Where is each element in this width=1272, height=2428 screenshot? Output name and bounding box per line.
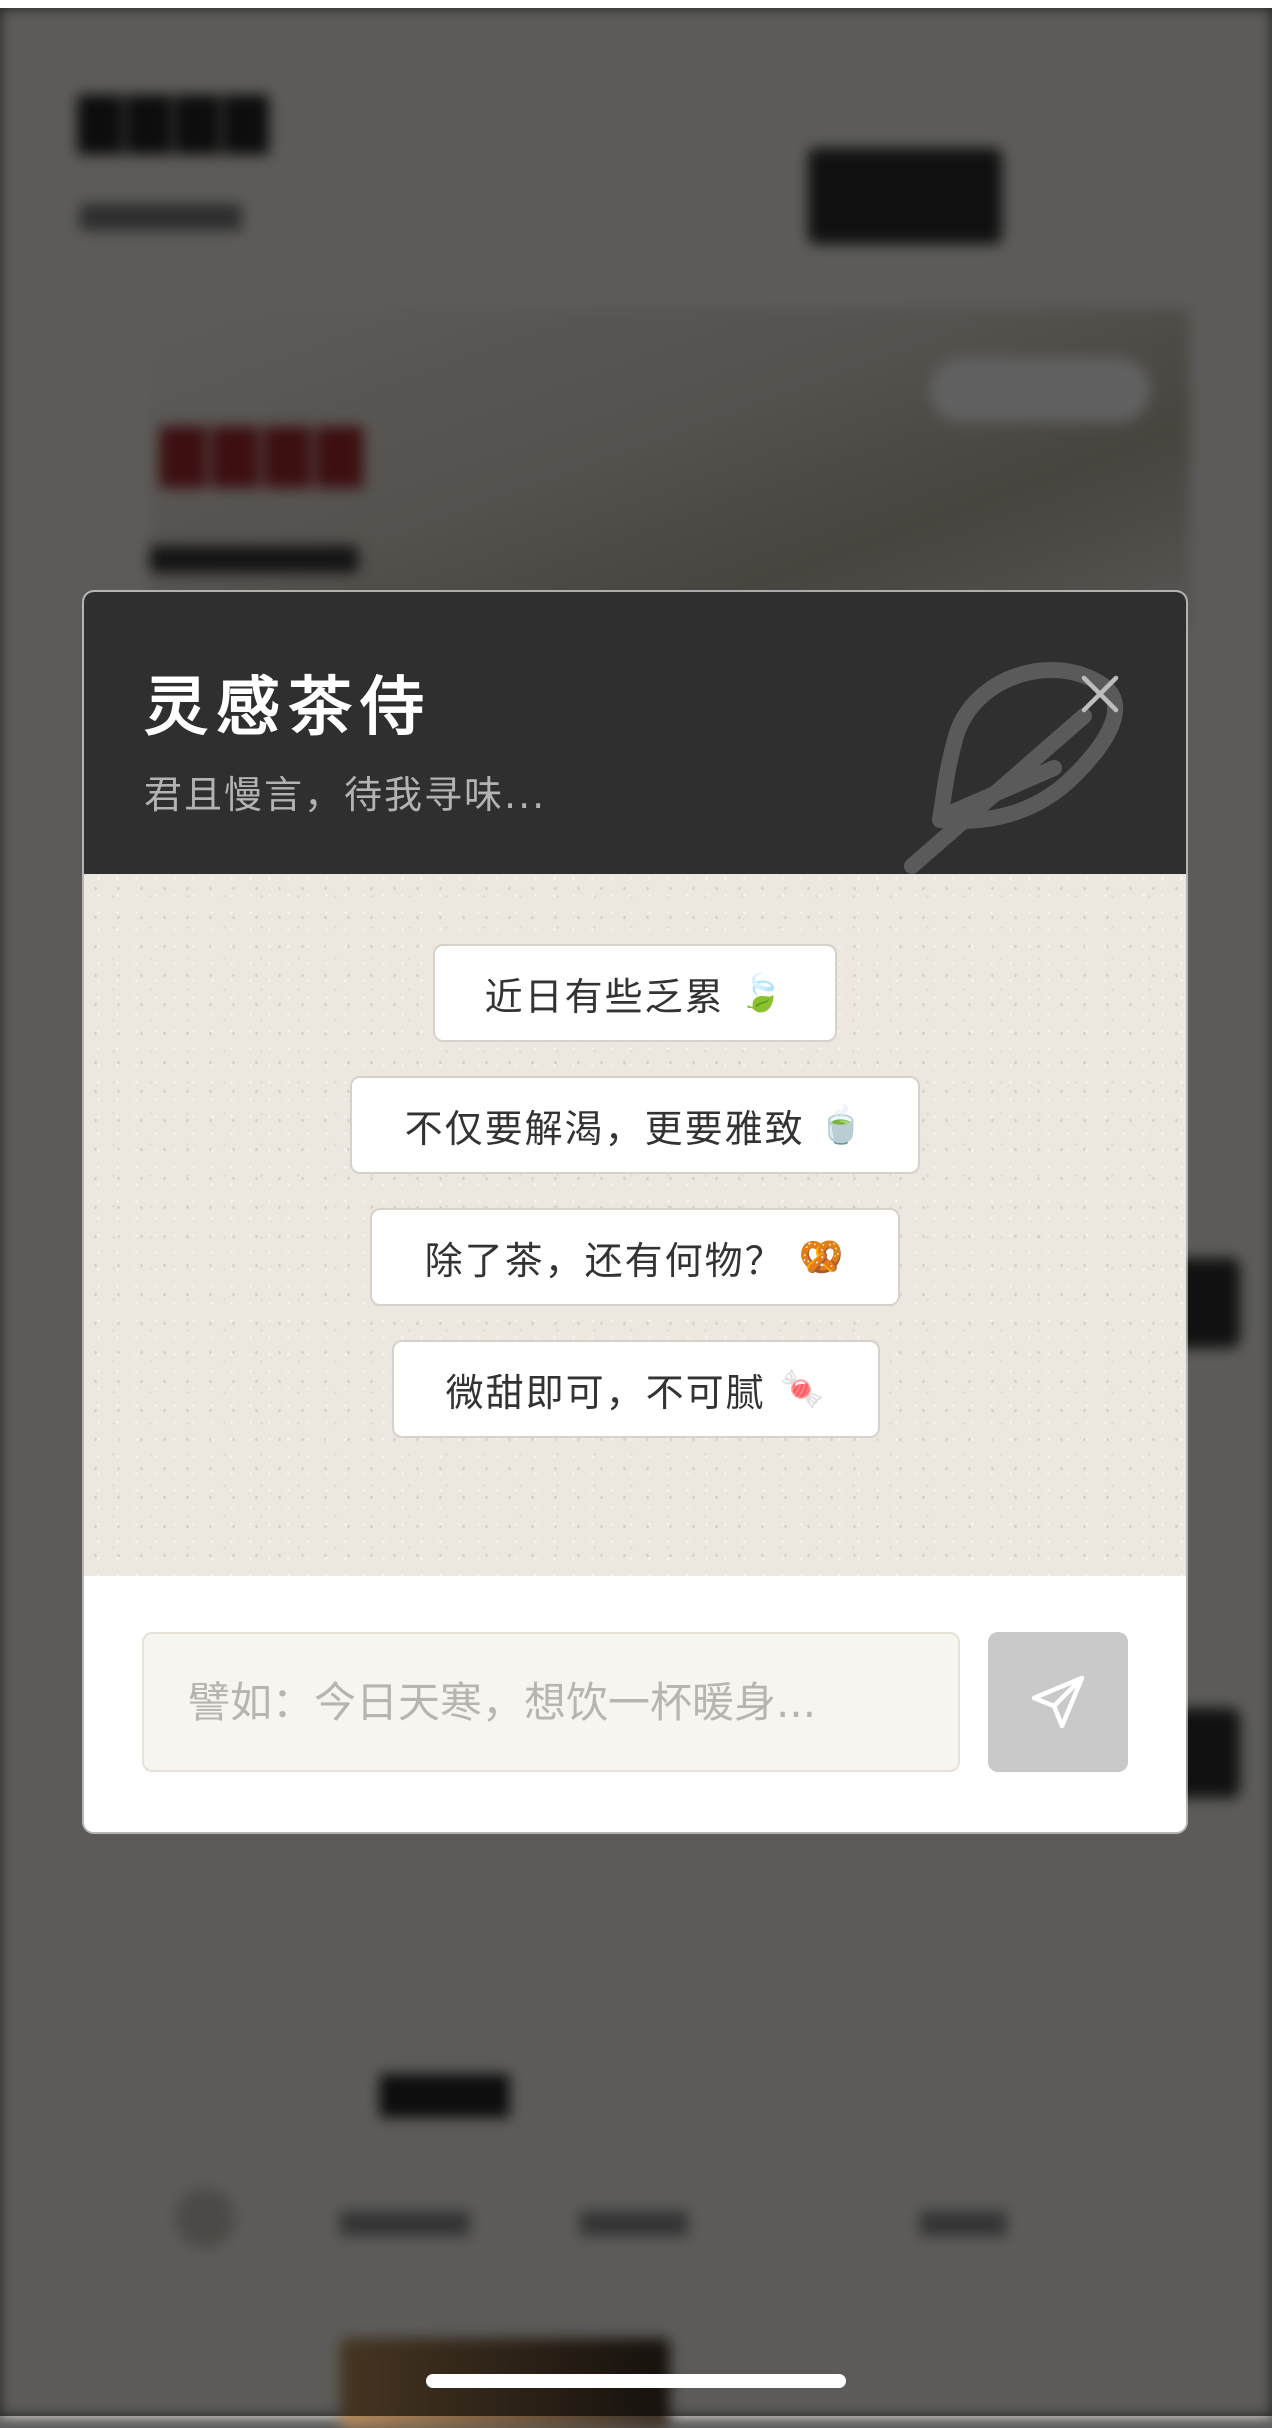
suggestion-label: 不仅要解渴，更要雅致 [404, 1106, 805, 1151]
suggestion-area: 近日有些乏累 🍃 不仅要解渴，更要雅致 🍵 除了茶，还有何物？ 🥨 微甜即可，不… [84, 874, 1186, 1576]
dialog-subtitle: 君且慢言，待我寻味... [144, 773, 547, 817]
dialog-title: 灵感茶侍 [144, 671, 432, 745]
close-icon [1081, 675, 1119, 713]
pretzel-icon: 🥨 [798, 1237, 846, 1278]
input-bar [84, 1576, 1186, 1832]
suggestion-label: 微甜即可，不可腻 [445, 1370, 766, 1415]
suggestion-chip-tired[interactable]: 近日有些乏累 🍃 [433, 944, 837, 1042]
tea-cup-icon: 🍵 [818, 1105, 866, 1146]
status-bar-strip [0, 0, 1272, 8]
suggestion-label: 除了茶，还有何物？ [424, 1238, 785, 1283]
chat-input[interactable] [142, 1632, 960, 1772]
send-button[interactable] [988, 1632, 1128, 1772]
send-icon [1031, 1675, 1085, 1729]
ai-tea-assistant-dialog: 灵感茶侍 君且慢言，待我寻味... 近日有些乏累 🍃 不仅要解渴，更要雅致 🍵 [84, 592, 1186, 1832]
home-indicator[interactable] [426, 2374, 846, 2388]
suggestion-chip-sweet[interactable]: 微甜即可，不可腻 🍬 [392, 1340, 880, 1438]
suggestion-chip-elegant[interactable]: 不仅要解渴，更要雅致 🍵 [350, 1076, 920, 1174]
suggestion-label: 近日有些乏累 [484, 974, 725, 1019]
close-button[interactable] [1074, 668, 1126, 720]
leaf-icon: 🍃 [738, 973, 786, 1014]
candy-icon: 🍬 [779, 1369, 827, 1410]
suggestion-chip-snacks[interactable]: 除了茶，还有何物？ 🥨 [370, 1208, 900, 1306]
dialog-header: 灵感茶侍 君且慢言，待我寻味... [84, 592, 1186, 874]
